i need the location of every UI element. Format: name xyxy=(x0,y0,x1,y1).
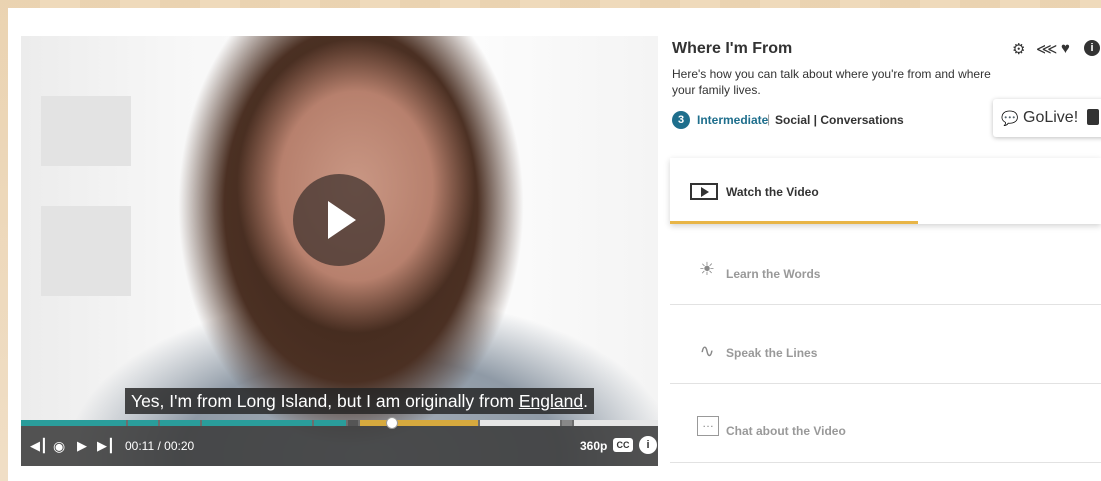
step-label: Learn the Words xyxy=(726,267,821,281)
background-shelf xyxy=(41,206,131,296)
speak-icon: ∿ xyxy=(699,341,715,361)
golive-label: GoLive! xyxy=(1023,109,1079,126)
video-info-button[interactable]: i xyxy=(639,436,657,454)
closed-captions-button[interactable]: CC xyxy=(613,438,633,452)
video-subtitle: Yes, I'm from Long Island, but I am orig… xyxy=(125,388,594,414)
video-player[interactable]: Yes, I'm from Long Island, but I am orig… xyxy=(21,36,658,466)
slow-playback-button[interactable]: ◉ xyxy=(53,438,65,454)
play-overlay-button[interactable] xyxy=(293,174,385,266)
progress-segment xyxy=(480,420,560,426)
info-icon[interactable]: i xyxy=(1084,40,1100,56)
lesson-title: Where I'm From xyxy=(672,40,793,57)
level-name[interactable]: Intermediate xyxy=(697,113,768,127)
play-button[interactable]: ▶ xyxy=(77,438,87,454)
step-label: Speak the Lines xyxy=(726,346,818,360)
subtitle-end: . xyxy=(583,391,588,411)
progress-segment xyxy=(160,420,200,426)
step-speak-the-lines[interactable]: ∿ Speak the Lines xyxy=(670,305,1101,384)
play-box-icon xyxy=(690,183,718,200)
progress-segment xyxy=(562,420,572,426)
step-learn-the-words[interactable]: ☀ Learn the Words xyxy=(670,226,1101,305)
step-watch-the-video[interactable]: Watch the Video xyxy=(670,158,1101,224)
video-controls: ◀┃ ◉ ▶ ▶┃ 00:11 / 00:20 360p CC i xyxy=(21,417,658,466)
background-shelf xyxy=(41,96,131,166)
quality-selector[interactable]: 360p xyxy=(580,439,607,453)
step-label: Watch the Video xyxy=(726,185,819,199)
active-step-indicator xyxy=(670,221,918,224)
progress-segment xyxy=(314,420,346,426)
chat-icon: 💬 xyxy=(1001,110,1019,126)
progress-thumb[interactable] xyxy=(386,417,398,429)
play-icon xyxy=(328,201,356,239)
gear-icon[interactable]: ⚙ xyxy=(1012,40,1025,58)
heart-icon[interactable]: ♥ xyxy=(1061,40,1070,57)
video-time: 00:11 / 00:20 xyxy=(125,439,195,453)
progress-segment xyxy=(128,420,158,426)
step-chat-about-the-video[interactable]: … Chat about the Video xyxy=(670,384,1101,463)
previous-line-button[interactable]: ◀┃ xyxy=(30,438,48,454)
document-icon xyxy=(1087,109,1099,125)
progress-segment xyxy=(348,420,358,426)
subtitle-text: Yes, I'm from Long Island, but I am orig… xyxy=(131,391,519,411)
share-icon[interactable]: ⋘ xyxy=(1036,40,1057,58)
progress-segment xyxy=(21,420,126,426)
tag-separator: | xyxy=(767,112,771,126)
chat-bubble-icon: … xyxy=(697,416,719,436)
progress-segment xyxy=(202,420,312,426)
subtitle-word-link[interactable]: England xyxy=(519,391,583,411)
video-progress-bar[interactable] xyxy=(21,417,658,429)
progress-segment xyxy=(574,420,658,426)
golive-button[interactable]: 💬 GoLive! xyxy=(993,99,1101,137)
progress-segment-current xyxy=(360,420,478,426)
lightbulb-icon: ☀ xyxy=(698,259,716,279)
level-badge: 3 xyxy=(672,111,690,129)
lesson-tags[interactable]: Social | Conversations xyxy=(775,113,904,127)
next-line-button[interactable]: ▶┃ xyxy=(97,438,115,454)
lesson-description: Here's how you can talk about where you'… xyxy=(672,67,991,97)
step-label: Chat about the Video xyxy=(726,424,846,438)
